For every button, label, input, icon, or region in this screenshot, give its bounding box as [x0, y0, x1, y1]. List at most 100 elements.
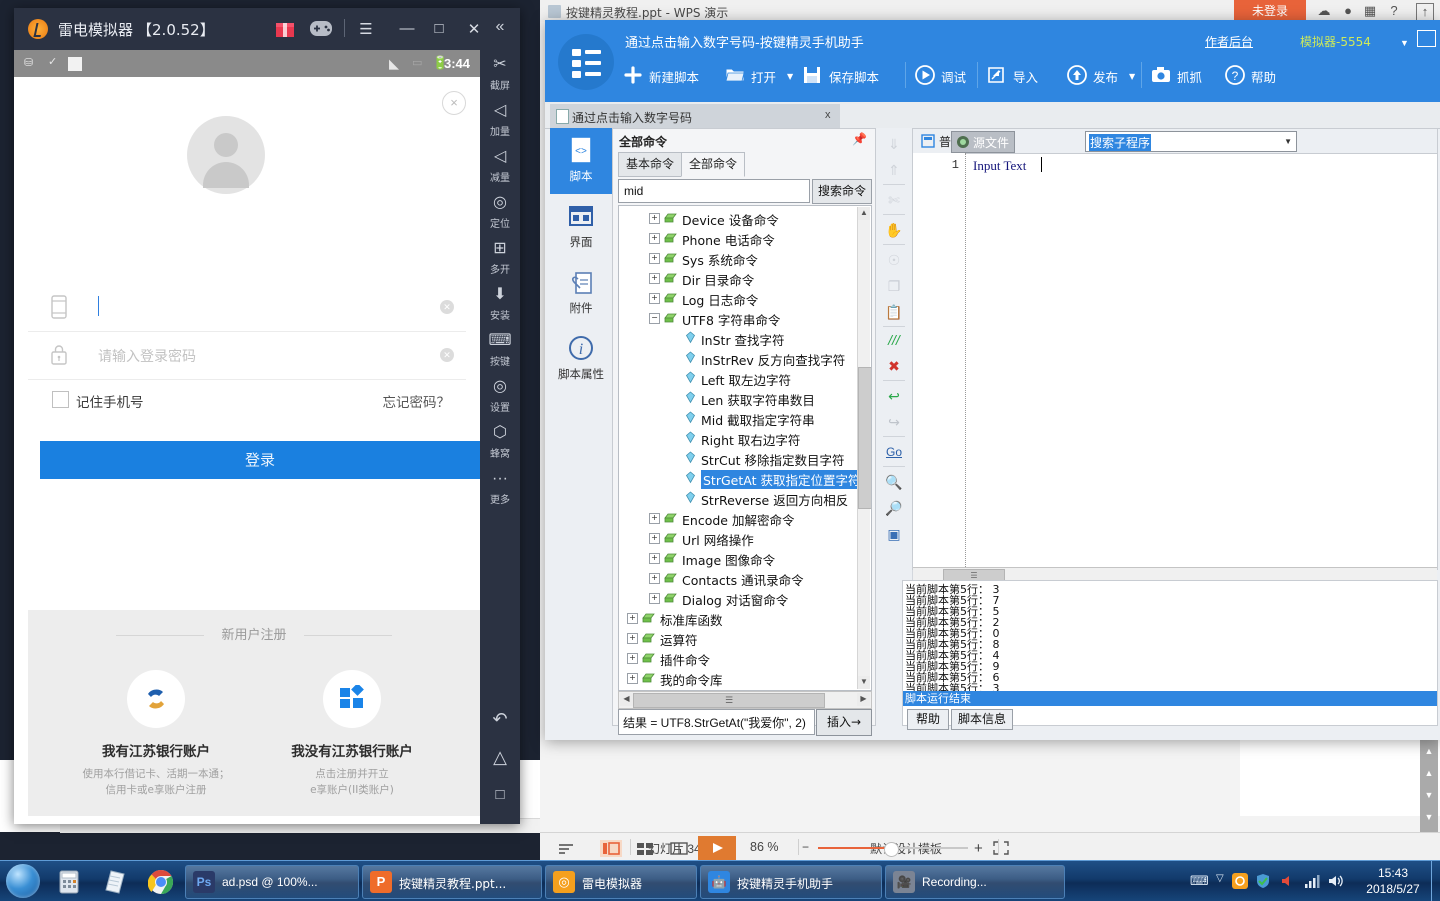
- expand-icon[interactable]: +: [649, 213, 660, 224]
- expand-icon[interactable]: +: [627, 653, 638, 664]
- tree-vertical-scrollbar[interactable]: ▲ ▼: [857, 207, 870, 689]
- side-tool-减量[interactable]: ◁减量: [480, 146, 520, 184]
- side-tool-截屏[interactable]: ✂截屏: [480, 54, 520, 92]
- command-search-button[interactable]: 搜索命令: [812, 179, 872, 204]
- tree-scroll-thumb[interactable]: [858, 367, 872, 509]
- outline-view-button[interactable]: [556, 840, 578, 857]
- uncomment-icon[interactable]: ✖: [876, 354, 912, 378]
- tree-tab-all[interactable]: 全部命令: [681, 152, 745, 177]
- expand-icon[interactable]: +: [649, 293, 660, 304]
- nav-home-button[interactable]: △: [480, 746, 520, 768]
- scroll-prev-slide[interactable]: ▲: [1420, 762, 1438, 784]
- taskbar-button-recording[interactable]: 🎥 Recording...: [885, 865, 1065, 899]
- clear-icon[interactable]: ✕: [440, 348, 454, 362]
- side-tool-蜂窝[interactable]: ⬡蜂窝: [480, 422, 520, 460]
- nav-back-button[interactable]: ↶: [480, 708, 520, 730]
- expand-icon[interactable]: +: [649, 233, 660, 244]
- side-tool-设置[interactable]: ◎设置: [480, 376, 520, 414]
- zoom-out-button[interactable]: −: [802, 840, 809, 854]
- wps-not-logged-in-badge[interactable]: 未登录: [1234, 0, 1306, 22]
- normal-view-button[interactable]: [600, 840, 622, 857]
- log-script-info-button[interactable]: 脚本信息: [951, 709, 1013, 730]
- paste-icon[interactable]: 📋: [876, 300, 912, 324]
- menu-icon[interactable]: ☰: [356, 20, 376, 38]
- gamepad-icon[interactable]: [310, 21, 332, 36]
- maximize-icon[interactable]: [1417, 30, 1436, 47]
- clear-icon[interactable]: ✕: [440, 300, 454, 314]
- scroll-down-arrow[interactable]: ▼: [1420, 806, 1438, 828]
- expand-icon[interactable]: +: [649, 273, 660, 284]
- ldplayer-tray-icon[interactable]: [1232, 873, 1249, 889]
- replace-icon[interactable]: 🔎: [876, 496, 912, 520]
- redo-icon[interactable]: ↪: [876, 410, 912, 434]
- rail-item-script[interactable]: <> 脚本: [550, 128, 612, 194]
- command-tree-list[interactable]: +Device 设备命令+Phone 电话命令+Sys 系统命令+Dir 目录命…: [618, 205, 872, 691]
- expand-icon[interactable]: +: [627, 673, 638, 684]
- volume-icon[interactable]: [1328, 873, 1345, 889]
- device-selector-label[interactable]: 模拟器-5554: [1300, 33, 1371, 50]
- cut-icon[interactable]: ✄: [876, 188, 912, 212]
- scroll-next-slide[interactable]: ▼: [1420, 784, 1438, 806]
- network-icon[interactable]: [1304, 873, 1321, 889]
- scroll-down-arrow[interactable]: ▼: [858, 676, 870, 689]
- undo-icon[interactable]: ↩: [876, 384, 912, 408]
- expand-icon[interactable]: +: [649, 593, 660, 604]
- comment-icon[interactable]: ///: [876, 328, 912, 352]
- step-out-icon[interactable]: ⇑: [876, 158, 912, 182]
- share-icon[interactable]: ↑: [1416, 3, 1434, 21]
- fit-to-window-icon[interactable]: [992, 840, 1014, 857]
- close-icon[interactable]: x: [825, 109, 831, 121]
- side-tool-加量[interactable]: ◁加量: [480, 100, 520, 138]
- expand-icon[interactable]: +: [649, 533, 660, 544]
- reading-view-button[interactable]: [668, 840, 690, 857]
- show-desktop-button[interactable]: [1431, 861, 1440, 901]
- phone-field[interactable]: ✕: [28, 283, 466, 332]
- doc-icon[interactable]: ▦: [1362, 3, 1378, 19]
- search-subroutine-combo[interactable]: 搜索子程序 ▼: [1085, 131, 1297, 152]
- rail-item-script-properties[interactable]: i 脚本属性: [550, 326, 612, 392]
- side-tool-多开[interactable]: ⊞多开: [480, 238, 520, 276]
- tree-horizontal-scrollbar[interactable]: ◀ ☰ ▶: [618, 691, 872, 709]
- command-search-input[interactable]: mid: [618, 179, 810, 203]
- side-tool-更多[interactable]: ···更多: [480, 468, 520, 506]
- remember-phone-checkbox[interactable]: [52, 391, 69, 408]
- pin-icon[interactable]: 📌: [852, 132, 867, 146]
- show-hidden-icon[interactable]: ▽: [1216, 873, 1233, 889]
- help-icon[interactable]: ?: [1386, 3, 1402, 19]
- command-result-field[interactable]: 结果 = UTF8.StrGetAt("我爱你", 2): [618, 709, 815, 735]
- zoom-in-button[interactable]: +: [974, 840, 983, 857]
- wps-vertical-scrollbar[interactable]: ▲ ▲ ▼ ▼: [1420, 740, 1438, 832]
- record-icon[interactable]: ☉: [876, 248, 912, 272]
- maximize-icon[interactable]: □: [429, 20, 449, 38]
- gift-icon[interactable]: [276, 20, 294, 37]
- nav-recents-button[interactable]: □: [480, 784, 520, 806]
- taskbar-button-keywizard[interactable]: 🤖 按键精灵手机助手: [700, 865, 882, 899]
- properties-icon[interactable]: ▣: [876, 522, 912, 546]
- code-editor[interactable]: 普通 源文件 搜索子程序 ▼ 1 Input Text ☰: [912, 128, 1438, 570]
- scroll-up-arrow[interactable]: ▲: [1420, 740, 1438, 762]
- copy-icon[interactable]: ❐: [876, 274, 912, 298]
- user-icon[interactable]: ●: [1340, 3, 1356, 19]
- zoom-slider-knob[interactable]: [884, 842, 899, 857]
- collapse-icon[interactable]: −: [649, 313, 660, 324]
- rail-item-ui[interactable]: 界面: [550, 194, 612, 260]
- side-tool-安装[interactable]: ⬇安装: [480, 284, 520, 322]
- expand-icon[interactable]: +: [627, 613, 638, 624]
- hand-icon[interactable]: ✋: [876, 218, 912, 242]
- password-field[interactable]: 请输入登录密码 ✕: [28, 331, 466, 380]
- expand-icon[interactable]: +: [649, 573, 660, 584]
- insert-command-button[interactable]: 插入→: [816, 709, 872, 736]
- side-tool-按键[interactable]: ⌨按键: [480, 330, 520, 368]
- login-button[interactable]: 登录: [40, 441, 480, 479]
- step-into-icon[interactable]: ⇓: [876, 132, 912, 156]
- keyboard-icon[interactable]: ⌨: [1190, 873, 1207, 889]
- taskbar-clock[interactable]: 15:43 2018/5/27: [1354, 865, 1432, 897]
- calculator-icon[interactable]: [56, 869, 82, 895]
- forgot-password-link[interactable]: 忘记密码？: [383, 391, 451, 411]
- find-icon[interactable]: 🔍: [876, 470, 912, 494]
- cloud-sync-icon[interactable]: ☁: [1316, 3, 1332, 19]
- expand-icon[interactable]: +: [649, 553, 660, 564]
- speaker-mute-icon[interactable]: [1280, 873, 1297, 889]
- chevron-down-icon[interactable]: ▼: [1284, 137, 1292, 146]
- log-lines[interactable]: 当前脚本第5行： 3当前脚本第5行： 7当前脚本第5行： 5当前脚本第5行： 2…: [903, 581, 1437, 691]
